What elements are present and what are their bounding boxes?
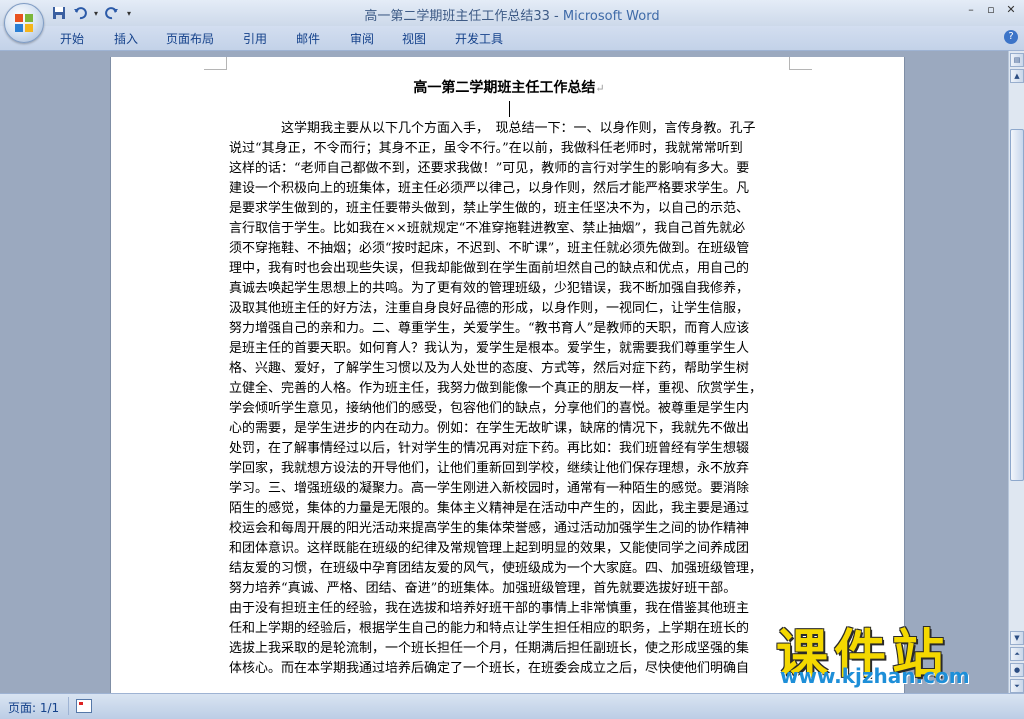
document-title-text: 高一第二学期班主任工作总结: [413, 80, 596, 96]
minimize-icon[interactable]: –: [962, 2, 980, 18]
text-line: 言行取信于学生。比如我在××班就规定“不准穿拖鞋进教室、禁止抽烟”，我自己首先就…: [229, 221, 746, 236]
office-logo-icon: [15, 14, 33, 32]
document-area: 高一第二学期班主任工作总结↵ 这学期我主要从以下几个方面入手， 现总结一下：一、…: [0, 51, 1008, 717]
text-line: 结友爱的习惯，在班级中孕育团结友爱的风气，使班级成为一个大家庭。四、加强班级管理…: [229, 561, 763, 576]
tab-references[interactable]: 引用: [243, 30, 267, 47]
text-line: 由于没有担班主任的经验，我在选拔和培养好班干部的事情上非常慎重，我在借鉴其他班主: [229, 601, 750, 616]
app-name: Microsoft Word: [562, 9, 660, 24]
text-line: 说过“其身正，不令而行；其身不正，虽令不行。”在以前，我做科任老师时，我就常常听…: [229, 141, 743, 156]
document-name: 高一第二学期班主任工作总结33: [364, 9, 550, 24]
tab-page-layout[interactable]: 页面布局: [166, 30, 214, 47]
undo-icon[interactable]: [71, 4, 89, 22]
ribbon-tab-bar: 开始 插入 页面布局 引用 邮件 审阅 视图 开发工具 ?: [0, 26, 1024, 51]
scrollbar-thumb[interactable]: [1010, 129, 1024, 481]
scroll-up-icon[interactable]: ▲: [1010, 69, 1024, 83]
page-count[interactable]: 页面: 1/1: [8, 699, 59, 716]
save-icon[interactable]: [50, 4, 68, 22]
status-divider: [68, 697, 69, 715]
text-line: 心的需要，是学生进步的内在动力。例如：在学生无故旷课，缺席的情况下，我就先不做出: [229, 421, 750, 436]
text-line: 建设一个积极向上的班集体，班主任必须严以律己，以身作则，然后才能严格要求学生。凡: [229, 181, 750, 196]
text-line: 学回家，我就想方设法的开导他们，让他们重新回到学校，继续让他们保存理想，永不放弃: [229, 461, 750, 476]
text-line: 学习。三、增强班级的凝聚力。高一学生刚进入新校园时，通常有一种陌生的感觉。要消除: [229, 481, 750, 496]
customize-toolbar-icon[interactable]: ▾: [124, 4, 134, 22]
office-button[interactable]: [4, 3, 44, 43]
watermark-url-text: www.kjzhan.com: [780, 664, 970, 688]
tab-review[interactable]: 审阅: [350, 30, 374, 47]
ruler-toggle-icon[interactable]: ▤: [1010, 53, 1024, 67]
margin-corner-top-right: [789, 57, 812, 70]
text-line: 汲取其他班主任的好方法，注重自身良好品德的形成，以身作则，一视同仁，让学生信服，: [229, 301, 750, 316]
text-line: 是班主任的首要天职。如何育人？我认为，爱学生是根本。爱学生，就需要我们尊重学生人: [229, 341, 750, 356]
text-line: 立健全、完善的人格。作为班主任，我努力做到能像一个真正的朋友一样，重视、欣赏学生…: [229, 381, 763, 396]
tab-home[interactable]: 开始: [60, 30, 84, 47]
text-line: 陌生的感觉，集体的力量是无限的。集体主义精神是在活动中产生的，因此，我主要是通过: [229, 501, 750, 516]
tab-view[interactable]: 视图: [402, 30, 426, 47]
text-line: 这样的话：“老师自己都做不到，还要求我做！”可见，教师的言行对学生的影响有多大。…: [229, 161, 750, 176]
tab-developer[interactable]: 开发工具: [455, 30, 503, 47]
text-line: 体核心。而在本学期我通过培养后确定了一个班长，在班委会成立之后，尽快使他们明确自: [229, 661, 750, 676]
window-title: 高一第二学期班主任工作总结33 - Microsoft Word: [0, 5, 1024, 24]
title-separator: -: [549, 9, 563, 24]
document-title: 高一第二学期班主任工作总结↵: [229, 77, 789, 97]
text-line: 学会倾听学生意见，接纳他们的感受，包容他们的缺点，分享他们的喜悦。被尊重是学生内: [229, 401, 750, 416]
help-icon[interactable]: ?: [1004, 30, 1018, 44]
tab-mailings[interactable]: 邮件: [296, 30, 320, 47]
text-line: 和团体意识。这样既能在班级的纪律及常规管理上起到明显的效果，又能使同学之间养成团: [229, 541, 750, 556]
tab-insert[interactable]: 插入: [114, 30, 138, 47]
paragraph-mark-icon: ↵: [595, 82, 605, 95]
close-icon[interactable]: ✕: [1002, 2, 1020, 18]
watermark-logo: 课件站 www.kjzhan.com: [776, 612, 1016, 692]
vertical-scrollbar[interactable]: ▤ ▲ ▼ ⏶ ● ⏷: [1008, 51, 1024, 693]
text-line: 格、兴趣、爱好，了解学生习惯以及为人处世的态度、方式等，然后对症下药，帮助学生树: [229, 361, 750, 376]
text-line: 真诚去唤起学生思想上的共鸣。为了更有效的管理班级，少犯错误，我不断加强自我修养，: [229, 281, 750, 296]
restore-icon[interactable]: ▫: [982, 2, 1000, 18]
title-bar: 高一第二学期班主任工作总结33 - Microsoft Word ▾ ▾ – ▫…: [0, 0, 1024, 26]
status-bar: 页面: 1/1: [0, 693, 1024, 719]
margin-corner-top-left: [204, 57, 227, 70]
text-line: 理中，我有时也会出现些失误，但我却能做到在学生面前坦然自己的缺点和优点，用自己的: [229, 261, 750, 276]
text-cursor: [509, 101, 510, 117]
text-line: 须不穿拖鞋、不抽烟；必须“按时起床，不迟到、不旷课”，班主任就必须先做到。在班级…: [229, 241, 750, 256]
redo-icon[interactable]: [103, 4, 121, 22]
text-line: 处罚，在了解事情经过以后，针对学生的情况再对症下药。再比如：我们班曾经有学生想辍: [229, 441, 750, 456]
quick-access-toolbar: ▾ ▾: [50, 3, 134, 23]
proofing-status-icon[interactable]: [76, 699, 92, 713]
text-line: 努力增强自己的亲和力。二、尊重学生，关爱学生。“教书育人”是教师的天职，而育人应…: [229, 321, 750, 336]
text-line: 校运会和每周开展的阳光活动来提高学生的集体荣誉感，通过活动加强学生之间的协作精神: [229, 521, 750, 536]
undo-dropdown-icon[interactable]: ▾: [92, 4, 100, 22]
text-line: 任和上学期的经验后，根据学生自己的能力和特点让学生担任相应的职务，上学期在班长的: [229, 621, 750, 636]
text-line: 选拔上我采取的是轮流制，一个班长担任一个月，任期满后担任副班长，使之形成坚强的集: [229, 641, 750, 656]
document-body: 这学期我主要从以下几个方面入手， 现总结一下：一、以身作则，言传身教。孔子 说过“…: [229, 119, 789, 679]
text-line: 是要求学生做到的，班主任要带头做到，禁止学生做的，班主任坚决不为，以自己的示范、: [229, 201, 750, 216]
text-line: 努力培养“真诚、严格、团结、奋进”的班集体。加强班级管理，首先就要选拔好班干部。: [229, 581, 737, 596]
window-controls: – ▫ ✕: [962, 2, 1020, 18]
text-line: 这学期我主要从以下几个方面入手， 现总结一下：一、以身作则，言传身教。孔子: [229, 121, 756, 136]
